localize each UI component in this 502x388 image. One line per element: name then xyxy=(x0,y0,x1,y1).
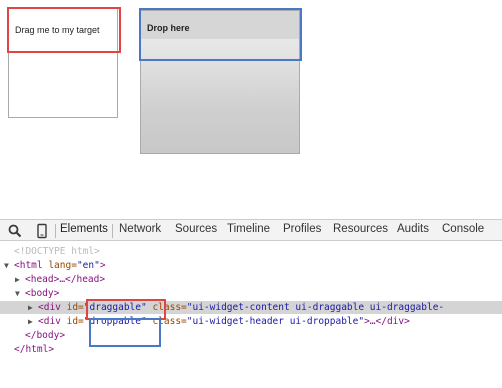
collapse-triangle-icon[interactable]: ▶ xyxy=(28,301,33,314)
devtools-panel: Elements Network Sources Timeline Profil… xyxy=(0,219,502,388)
body-open-tag: <body> xyxy=(25,288,60,299)
devtools-toolbar: Elements Network Sources Timeline Profil… xyxy=(0,219,502,241)
attr-name: class= xyxy=(152,302,187,313)
dom-node-body[interactable]: ▼ <body> xyxy=(0,287,502,300)
tab-timeline[interactable]: Timeline xyxy=(227,223,270,235)
tag-text: <div xyxy=(38,302,67,313)
dom-node-head[interactable]: ▶ <head>…</head> xyxy=(0,273,502,286)
tab-console[interactable]: Console xyxy=(442,223,484,235)
expand-triangle-icon[interactable]: ▼ xyxy=(15,287,20,300)
toolbar-divider xyxy=(112,224,113,238)
tag-text: > xyxy=(99,260,106,271)
tag-text: <html xyxy=(14,260,49,271)
attr-value: "ui-widget-content ui-draggable ui-dragg… xyxy=(186,302,445,313)
browser-viewport: Drag me to my target Drop here Elements … xyxy=(0,0,502,388)
attr-name: class= xyxy=(152,316,187,327)
toolbar-divider xyxy=(55,224,56,238)
html-open-tag: <html lang="en"> xyxy=(14,259,106,272)
tab-network[interactable]: Network xyxy=(119,223,161,235)
tab-resources[interactable]: Resources xyxy=(333,223,388,235)
dom-node-doctype[interactable]: <!DOCTYPE html> xyxy=(0,245,502,258)
expand-triangle-icon[interactable]: ▼ xyxy=(4,259,9,272)
collapse-triangle-icon[interactable]: ▶ xyxy=(28,315,33,328)
droppable-box[interactable]: Drop here xyxy=(140,10,300,154)
tag-text: >…</div> xyxy=(364,316,410,327)
attr-value: "draggable" xyxy=(83,302,147,313)
attr-name: id= xyxy=(66,302,84,313)
tab-profiles[interactable]: Profiles xyxy=(283,223,321,235)
head-tag: <head>…</head> xyxy=(25,274,106,285)
tab-audits[interactable]: Audits xyxy=(397,223,429,235)
dom-node-div-droppable[interactable]: ▶ <div id="droppable" class="ui-widget-h… xyxy=(0,315,502,328)
draggable-box[interactable]: Drag me to my target xyxy=(8,8,118,118)
doctype-text: <!DOCTYPE html> xyxy=(14,246,100,257)
tab-elements[interactable]: Elements xyxy=(60,223,108,235)
tab-sources[interactable]: Sources xyxy=(175,223,217,235)
attr-value: "ui-widget-header ui-droppable" xyxy=(186,316,365,327)
dom-tree: <!DOCTYPE html> ▼ <html lang="en"> ▶ <he… xyxy=(0,241,502,388)
droppable-label: Drop here xyxy=(147,23,190,33)
search-icon[interactable] xyxy=(7,223,23,239)
attr-name: lang= xyxy=(48,260,77,271)
mobile-device-icon[interactable] xyxy=(34,223,50,239)
tag-text: <div xyxy=(38,316,67,327)
attr-value: "droppable" xyxy=(83,316,147,327)
div-draggable-tag: <div id="draggable" class="ui-widget-con… xyxy=(38,301,444,314)
div-droppable-tag: <div id="droppable" class="ui-widget-hea… xyxy=(38,315,410,328)
draggable-label: Drag me to my target xyxy=(15,25,100,35)
html-close-tag: </html> xyxy=(14,344,55,355)
dom-node-html[interactable]: ▼ <html lang="en"> xyxy=(0,259,502,272)
attr-value: "en" xyxy=(76,260,100,271)
dom-node-div-draggable[interactable]: ▶ <div id="draggable" class="ui-widget-c… xyxy=(0,301,502,314)
dom-node-body-close[interactable]: </body> xyxy=(0,329,502,342)
body-close-tag: </body> xyxy=(25,330,66,341)
dom-node-html-close[interactable]: </html> xyxy=(0,343,502,356)
attr-name: id= xyxy=(66,316,84,327)
collapse-triangle-icon[interactable]: ▶ xyxy=(15,273,20,286)
